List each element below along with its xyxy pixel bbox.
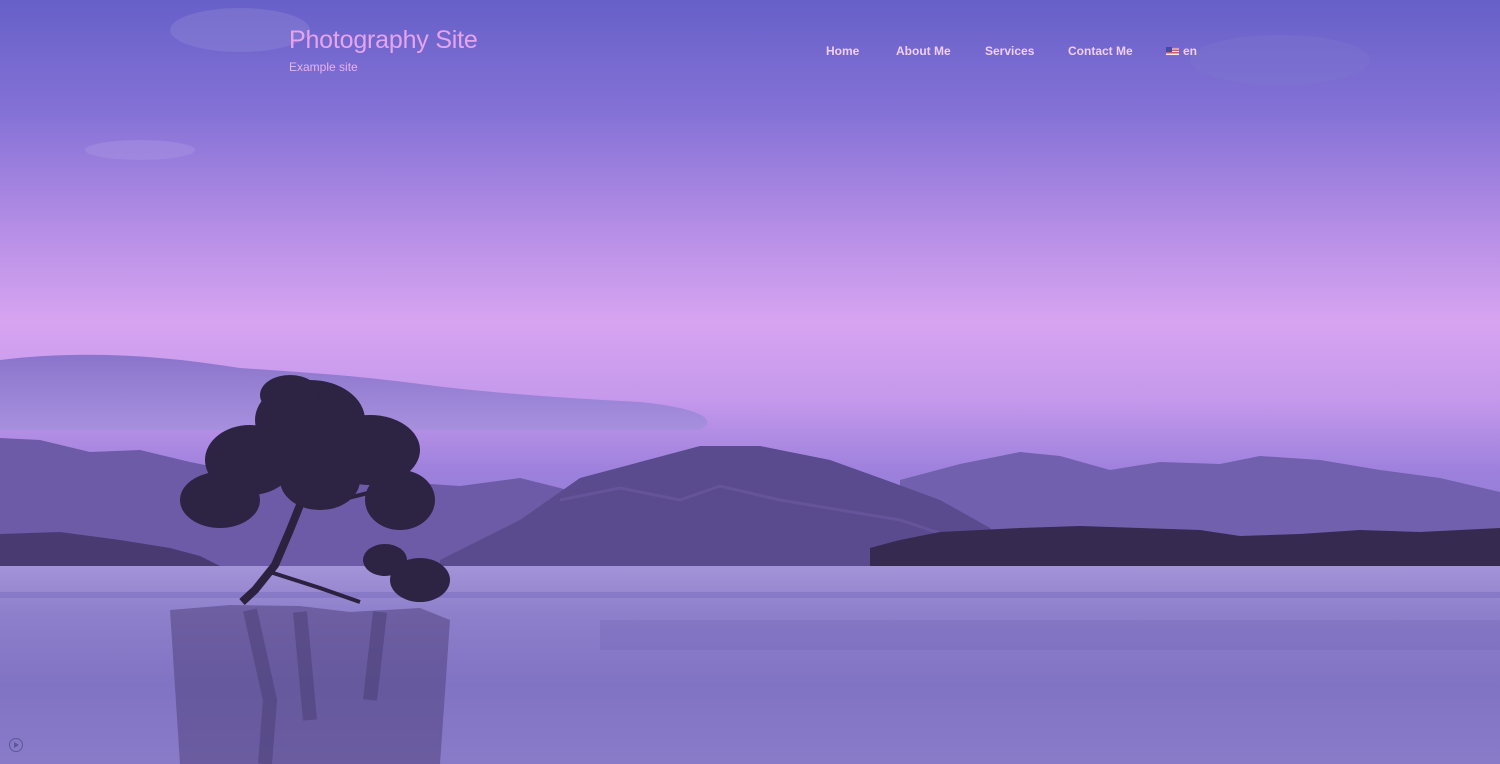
nav-services[interactable]: Services bbox=[985, 44, 1034, 58]
play-circle-icon[interactable] bbox=[9, 738, 23, 752]
landscape-image bbox=[0, 0, 1500, 764]
nav-home[interactable]: Home bbox=[826, 44, 859, 58]
language-switcher[interactable]: en bbox=[1166, 44, 1197, 58]
play-icon bbox=[14, 742, 19, 748]
main-nav: Home About Me Services Contact Me en bbox=[0, 44, 1500, 60]
us-flag-icon bbox=[1166, 46, 1179, 56]
language-label: en bbox=[1183, 44, 1198, 58]
site-tagline: Example site bbox=[289, 60, 358, 74]
site-header: Photography Site Example site Home About… bbox=[0, 0, 1500, 90]
nav-contact-me[interactable]: Contact Me bbox=[1068, 44, 1133, 58]
hero-background bbox=[0, 0, 1500, 764]
nav-about-me[interactable]: About Me bbox=[896, 44, 951, 58]
